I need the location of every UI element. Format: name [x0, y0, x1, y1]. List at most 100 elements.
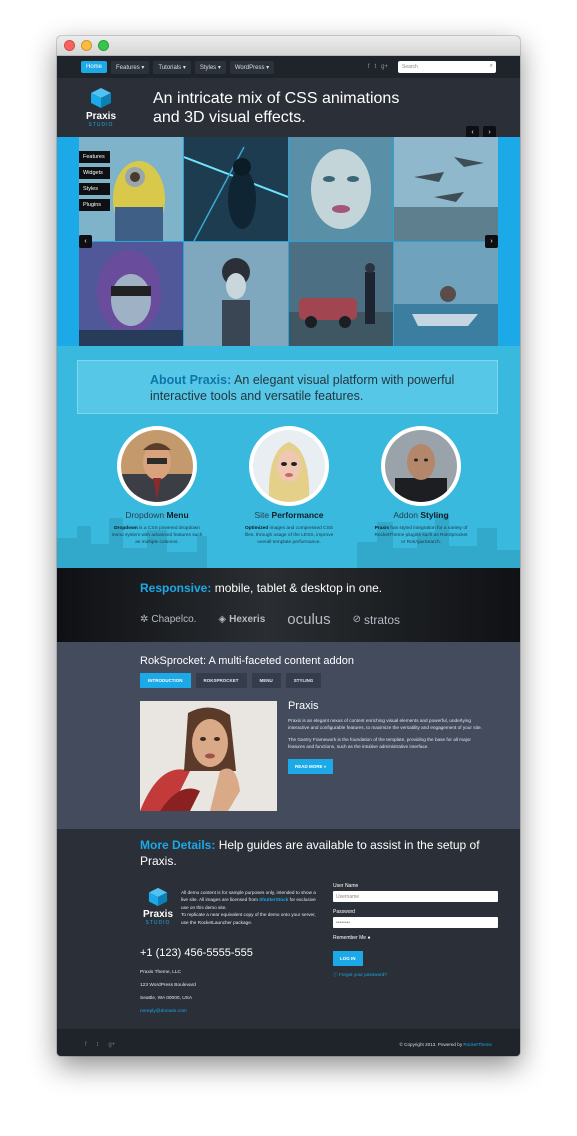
responsive-title: Responsive: mobile, tablet & desktop in …	[140, 581, 382, 595]
facebook-icon[interactable]: f	[85, 1042, 87, 1048]
details-section: More Details: Help guides are available …	[57, 829, 520, 1029]
slide-image-fashion[interactable]	[184, 242, 288, 346]
password-input[interactable]: ••••••••	[333, 917, 498, 928]
forgot-password-link[interactable]: ⓘ Forgot your password?	[333, 972, 498, 978]
brand-subtitle: STUDIO	[88, 122, 114, 128]
nav-item-tutorials[interactable]: Tutorials ▾	[153, 60, 191, 74]
username-label: User Name	[333, 883, 359, 889]
search-icon[interactable]: ⌕	[490, 63, 493, 70]
slider-prev-icon[interactable]: ‹	[79, 235, 92, 248]
rockettheme-link[interactable]: RocketTheme	[463, 1042, 492, 1047]
tab-styling[interactable]: STYLING	[285, 673, 322, 688]
facebook-icon[interactable]: f	[368, 64, 370, 70]
twitter-icon[interactable]: t	[374, 64, 376, 70]
close-window-button[interactable]	[64, 40, 75, 51]
feature-title-bold: Performance	[271, 510, 324, 520]
copyright-text: © Copyright 2013. Powered by	[399, 1042, 464, 1047]
feature-dropdown-menu: Dropdown Menu Dropdown is a CSS powered …	[97, 426, 217, 546]
side-menu-features[interactable]: Features	[79, 151, 110, 163]
tab-roksprocket[interactable]: ROKSPROCKET	[195, 673, 247, 688]
client-logo-oculus[interactable]: oculus	[287, 611, 330, 628]
google-plus-icon[interactable]: g+	[108, 1042, 115, 1048]
feature-title-plain: Site	[254, 510, 270, 520]
feature-title: Addon Styling	[361, 510, 481, 520]
street-address: 123 WordPress Boulevard	[140, 983, 196, 988]
feature-desc-bold: Dropdown	[114, 526, 138, 531]
browser-window: Home Features ▾ Tutorials ▾ Styles ▾ Wor…	[57, 36, 520, 1056]
about-section: About Praxis: An elegant visual platform…	[57, 346, 520, 568]
cube-logo-icon	[148, 887, 168, 907]
slide-image-jetski[interactable]	[394, 242, 498, 346]
nav-item-wordpress[interactable]: WordPress ▾	[229, 60, 275, 74]
tab-menu[interactable]: MENU	[251, 673, 281, 688]
client-name: oculus	[287, 611, 331, 628]
side-menu-styles[interactable]: Styles	[79, 183, 110, 195]
side-menu-plugins[interactable]: Plugins	[79, 199, 110, 211]
minimize-window-button[interactable]	[81, 40, 92, 51]
window-titlebar	[57, 36, 520, 56]
remember-me-label: Remember Me	[333, 935, 367, 941]
feature-avatar-woman[interactable]	[249, 426, 329, 506]
roksprocket-title: RokSprocket: A multi-faceted content add…	[140, 655, 355, 667]
forgot-password-text: Forgot your password?	[339, 972, 387, 977]
login-button[interactable]: LOG IN	[333, 951, 363, 966]
tab-introduction[interactable]: INTRODUCTION	[140, 673, 191, 688]
site-header: Praxis STUDIO An intricate mix of CSS an…	[57, 78, 520, 139]
feature-avatar-man[interactable]	[117, 426, 197, 506]
remember-checkbox[interactable]: ●	[367, 935, 370, 941]
slide-image-portrait-woman[interactable]	[289, 137, 393, 241]
contact-email-link[interactable]: noreply@domain.com	[140, 1005, 196, 1018]
client-name: stratos	[364, 612, 401, 627]
client-logo-stratos[interactable]: ⊘ stratos	[353, 613, 400, 627]
username-input[interactable]: Username	[333, 891, 498, 902]
company-name: Praxis Theme, LLC	[140, 970, 181, 975]
nav-item-features[interactable]: Features ▾	[111, 60, 150, 74]
image-slider: Features Widgets Styles Plugins ‹ ›	[57, 137, 520, 346]
feature-desc-text: has styled integration for a variety of …	[374, 526, 468, 545]
about-box: About Praxis: An elegant visual platform…	[77, 360, 498, 414]
password-label: Password	[333, 909, 355, 915]
slide-image-tron[interactable]	[184, 137, 288, 241]
side-menu-widgets[interactable]: Widgets	[79, 167, 110, 179]
feature-title-bold: Menu	[166, 510, 189, 520]
hexeris-icon: ◈	[218, 614, 227, 625]
remember-me[interactable]: Remember Me ●	[333, 935, 498, 941]
client-logo-hexeris[interactable]: ◈ Hexeris	[218, 614, 265, 625]
help-icon: ⓘ	[333, 972, 338, 977]
contact-address: Praxis Theme, LLC 123 WordPress Boulevar…	[140, 966, 196, 1018]
roksprocket-tabs: INTRODUCTION ROKSPROCKET MENU STYLING	[140, 673, 520, 688]
feature-site-performance: Site Performance Optimized images and co…	[229, 426, 349, 546]
client-logo-chapelco[interactable]: ✲ Chapelco.	[140, 614, 196, 625]
top-navigation: Home Features ▾ Tutorials ▾ Styles ▾ Wor…	[57, 56, 520, 78]
zoom-window-button[interactable]	[98, 40, 109, 51]
roksprocket-heading: Praxis	[288, 700, 319, 712]
slider-next-icon[interactable]: ›	[485, 235, 498, 248]
slider-grid	[79, 137, 498, 346]
login-form: User Name Username Password •••••••• Rem…	[333, 883, 498, 978]
roksprocket-section: RokSprocket: A multi-faceted content add…	[57, 642, 520, 829]
feature-description: Praxis has styled integration for a vari…	[361, 525, 481, 546]
brand-name: Praxis	[142, 909, 174, 920]
logo[interactable]: Praxis STUDIO	[81, 87, 121, 128]
feature-avatar-bald-man[interactable]	[381, 426, 461, 506]
google-plus-icon[interactable]: g+	[381, 64, 388, 70]
slide-image-planes[interactable]	[394, 137, 498, 241]
copyright: © Copyright 2013. Powered by RocketTheme	[399, 1042, 492, 1047]
roksprocket-paragraph-1: Praxis is an elegant nexus of content en…	[288, 718, 482, 730]
feature-title: Site Performance	[229, 510, 349, 520]
shutterstock-link[interactable]: ShutterStock	[259, 897, 288, 902]
slide-image-masked-hero[interactable]	[79, 242, 183, 346]
nav-item-home[interactable]: Home	[81, 61, 108, 73]
footer-logo[interactable]: Praxis STUDIO	[140, 887, 176, 926]
feature-title-plain: Dropdown	[125, 510, 165, 520]
responsive-section: Responsive: mobile, tablet & desktop in …	[57, 568, 520, 642]
roksprocket-content: Praxis Praxis is an elegant nexus of con…	[288, 700, 488, 774]
client-logos: ✲ Chapelco. ◈ Hexeris oculus ⊘ stratos	[140, 611, 400, 628]
cube-logo-icon	[91, 88, 111, 108]
nav-item-styles[interactable]: Styles ▾	[194, 60, 226, 74]
read-more-button[interactable]: READ MORE »	[288, 759, 334, 774]
slide-image-car[interactable]	[289, 242, 393, 346]
demo-note-text: To replicate a near equivalent copy of t…	[181, 912, 316, 925]
twitter-icon[interactable]: t	[97, 1042, 99, 1048]
search-input[interactable]: Search ⌕	[398, 61, 496, 73]
